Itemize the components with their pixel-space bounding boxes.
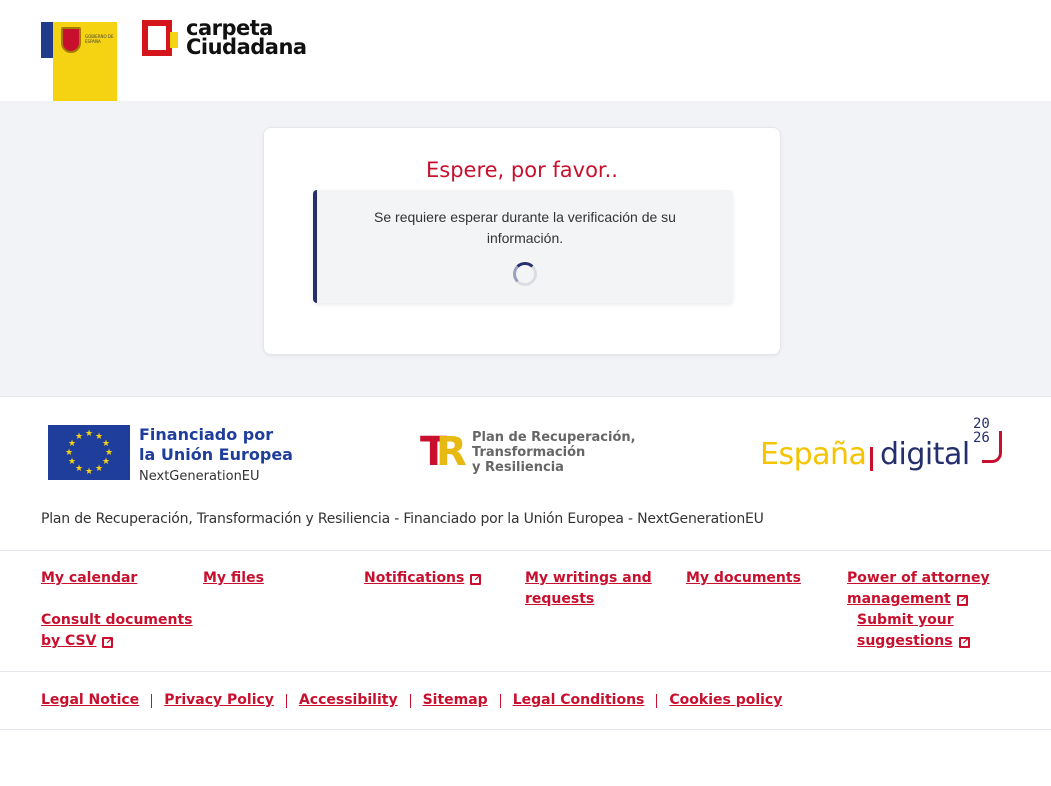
external-link-icon (470, 568, 482, 589)
espana-digital-logo: España digital 20 26 (760, 417, 1005, 473)
ed-digital: digital (880, 437, 970, 472)
legal-notice-link[interactable]: Legal Notice (41, 690, 139, 711)
gov-logo-text: GOBIERNO DE ESPAÑA (85, 34, 114, 44)
nav-power-of-attorney[interactable]: Power of attorney management (847, 568, 990, 610)
legal-links: Legal Notice Privacy Policy Accessibilit… (0, 672, 1051, 730)
nav-my-writings-line2: requests (525, 591, 595, 607)
nav-notifications-label: Notifications (364, 570, 465, 586)
accessibility-link[interactable]: Accessibility (299, 690, 398, 711)
eu-line1: Financiado por (139, 425, 274, 444)
ed-espana: España (760, 437, 867, 472)
cookies-policy-link[interactable]: Cookies policy (669, 690, 782, 711)
privacy-policy-link[interactable]: Privacy Policy (164, 690, 274, 711)
legal-separator (499, 693, 501, 708)
footer-nav: My calendar My files Notifications My wr… (0, 551, 1051, 672)
external-link-icon (102, 631, 114, 652)
funding-caption: Plan de Recuperación, Transformación y R… (41, 511, 764, 527)
nav-power-line1: Power of attorney (847, 570, 990, 586)
wait-title: Espere, por favor.. (426, 158, 618, 182)
info-alert: Se requiere esperar durante la verificac… (313, 190, 733, 303)
legal-separator (285, 693, 287, 708)
loading-spinner-icon (513, 262, 537, 286)
carpeta-mark-icon (142, 20, 178, 56)
nav-my-files[interactable]: My files (203, 568, 264, 589)
eu-line3: NextGenerationEU (139, 469, 260, 484)
legal-separator (409, 693, 411, 708)
prtr-mark-icon: TR (420, 429, 467, 475)
nav-suggest-line1: Submit your (857, 612, 954, 628)
prtr-line3: y Resiliencia (472, 459, 564, 475)
eu-flag-icon: ★ ★ ★ ★ ★ ★ ★ ★ ★ ★ ★ ★ (48, 425, 130, 480)
sitemap-link[interactable]: Sitemap (423, 690, 488, 711)
nav-consult-csv[interactable]: Consult documents by CSV (41, 610, 193, 652)
prtr-line2: Transformación (472, 444, 586, 460)
carpeta-ciudadana-logo[interactable]: carpeta Ciudadana (142, 18, 307, 58)
nav-notifications[interactable]: Notifications (364, 568, 482, 589)
eu-funding-logo: ★ ★ ★ ★ ★ ★ ★ ★ ★ ★ ★ ★ Financiado por l… (48, 425, 293, 484)
ed-year1: 20 (973, 416, 990, 432)
eu-line2: la Unión Europea (139, 445, 293, 464)
nav-my-writings-line1: My writings and (525, 570, 652, 586)
prtr-line1: Plan de Recuperación, (472, 429, 636, 445)
nav-submit-suggestions[interactable]: Submit your suggestions (857, 610, 970, 652)
nav-power-line2: management (847, 591, 951, 607)
site-header: GOBIERNO DE ESPAÑA carpeta Ciudadana (0, 0, 1051, 317)
flag-stripe (41, 22, 53, 58)
nav-suggest-line2: suggestions (857, 633, 953, 649)
return-arrow-icon (982, 431, 1002, 463)
main-content: Espere, por favor.. Se requiere esperar … (0, 101, 1051, 396)
external-link-icon (958, 631, 970, 652)
external-link-icon (956, 589, 968, 610)
funding-logos: ★ ★ ★ ★ ★ ★ ★ ★ ★ ★ ★ ★ Financiado por l… (0, 396, 1051, 551)
nav-csv-line1: Consult documents (41, 612, 193, 628)
legal-separator (656, 693, 658, 708)
coat-of-arms-icon (61, 27, 81, 53)
ed-separator (870, 447, 873, 471)
wait-card: Espere, por favor.. Se requiere esperar … (263, 127, 781, 355)
nav-my-calendar[interactable]: My calendar (41, 568, 137, 589)
wait-message: Se requiere esperar durante la verificac… (374, 209, 676, 246)
legal-separator (151, 693, 153, 708)
gobierno-de-espana-logo[interactable]: GOBIERNO DE ESPAÑA (41, 22, 117, 317)
nav-my-documents[interactable]: My documents (686, 568, 801, 589)
nav-my-writings[interactable]: My writings and requests (525, 568, 652, 610)
nav-csv-line2: by CSV (41, 633, 97, 649)
legal-conditions-link[interactable]: Legal Conditions (513, 690, 645, 711)
brand-line2: Ciudadana (186, 35, 307, 59)
prtr-logo: TR Plan de Recuperación, Transformación … (412, 427, 636, 477)
